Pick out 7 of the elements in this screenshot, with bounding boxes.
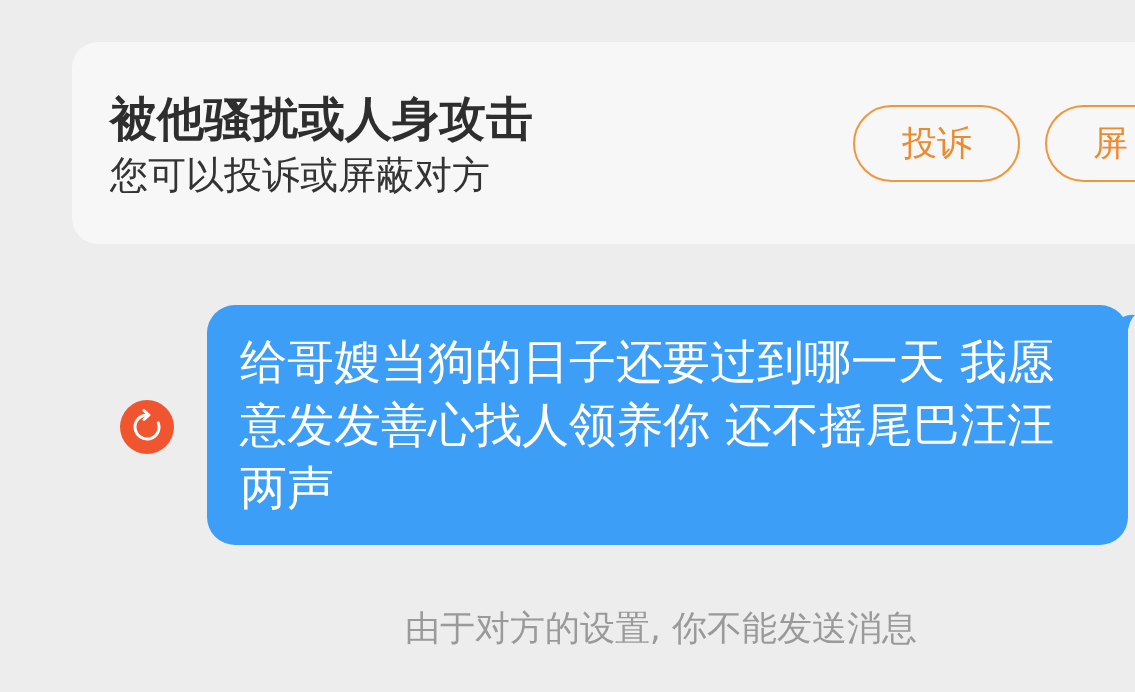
report-button[interactable]: 投诉	[853, 104, 1020, 182]
resend-icon[interactable]	[120, 400, 174, 454]
block-button[interactable]: 屏	[1045, 104, 1135, 182]
notice-subtitle: 您可以投诉或屏蔽对方	[110, 152, 490, 199]
notice-title: 被他骚扰或人身攻击	[110, 91, 533, 147]
system-notice: 由于对方的设置, 你不能发送消息	[404, 607, 918, 650]
message-bubble: 给哥嫂当狗的日子还要过到哪一天 我愿意发发善心找人领养你 还不摇尾巴汪汪两声	[207, 305, 1128, 545]
